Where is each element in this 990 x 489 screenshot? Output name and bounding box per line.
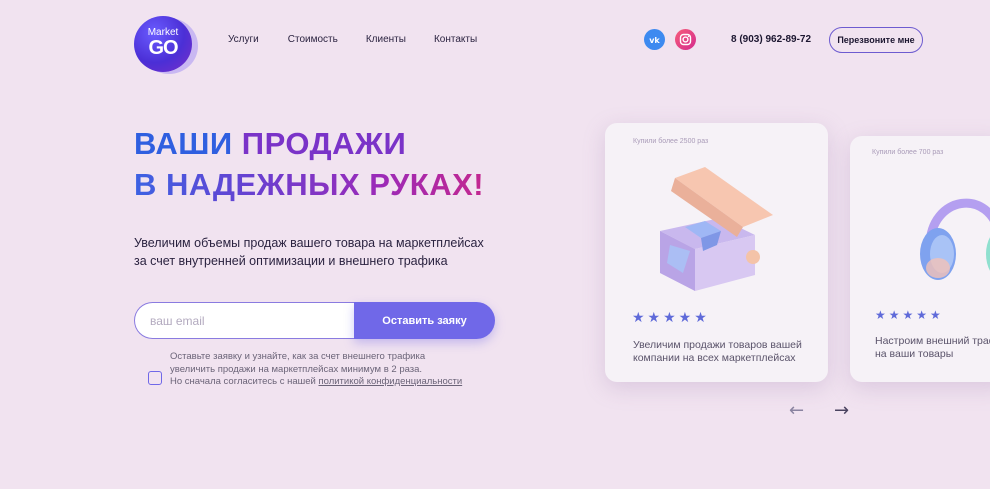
hero-subtitle-line-1: Увеличим объемы продаж вашего товара на …	[134, 236, 484, 250]
carousel-next-arrow-icon[interactable]: →	[834, 400, 849, 421]
lead-form: Оставить заяку	[134, 302, 495, 339]
nav-item-pricing[interactable]: Стоимость	[288, 34, 338, 45]
nav-item-clients[interactable]: Клиенты	[366, 34, 406, 45]
product-card[interactable]: Купили более 2500 раз ★★★★★ Увеличим про…	[605, 123, 828, 382]
hero-subtitle-line-2: за счет внутренней оптимизации и внешнег…	[134, 254, 448, 268]
consent-note-line-1: Оставьте заявку и узнайте, как за счет в…	[170, 351, 426, 362]
phone-number[interactable]: 8 (903) 962-89-72	[731, 34, 811, 45]
logo-go-text: GO	[148, 37, 178, 59]
consent-note: Оставьте заявку и узнайте, как за счет в…	[170, 351, 500, 389]
vk-icon[interactable]: vk	[644, 29, 665, 50]
carousel-prev-arrow-icon[interactable]: ←	[789, 400, 804, 421]
rating-stars: ★★★★★	[875, 308, 944, 322]
consent-note-line-2: увеличить продажи на маркетплейсах миним…	[170, 363, 423, 375]
nav-item-services[interactable]: Услуги	[228, 34, 259, 45]
callback-button[interactable]: Перезвоните мне	[829, 27, 923, 53]
product-card[interactable]: Купили более 700 раз ★★★★★ Настроим внеш…	[850, 136, 990, 382]
consent-note-line-3: Но сначала согласитесь с нашей политикой…	[170, 376, 500, 389]
hero-title-word-1: ВАШИ	[134, 126, 233, 161]
card-description: Увеличим продажи товаров вашей компании …	[633, 339, 802, 364]
consent-checkbox[interactable]	[148, 371, 162, 385]
nav-item-contacts[interactable]: Контакты	[434, 34, 477, 45]
rating-stars: ★★★★★	[632, 309, 710, 325]
logo-badge: Market GO	[134, 16, 192, 72]
consent-note-prefix: Но сначала согласитесь с нашей	[170, 376, 319, 387]
instagram-icon[interactable]	[675, 29, 696, 50]
hero-title-word-2: ПРОДАЖИ	[241, 126, 407, 161]
hero-title-line-2: В НАДЕЖНЫХ РУКАХ!	[134, 167, 485, 202]
logo[interactable]: Market GO	[134, 16, 200, 72]
submit-button[interactable]: Оставить заяку	[354, 302, 495, 339]
hero-subtitle: Увеличим объемы продаж вашего товара на …	[134, 234, 514, 270]
main-nav: Услуги Стоимость Клиенты Контакты	[228, 34, 505, 45]
hero-title-line-1: ВАШИ ПРОДАЖИ	[134, 126, 406, 162]
email-input[interactable]	[134, 302, 374, 339]
privacy-policy-link[interactable]: политикой конфиденциальности	[318, 376, 462, 387]
svg-text:vk: vk	[649, 36, 660, 45]
card-description: Настроим внешний трафик на ваши товары	[875, 335, 990, 360]
